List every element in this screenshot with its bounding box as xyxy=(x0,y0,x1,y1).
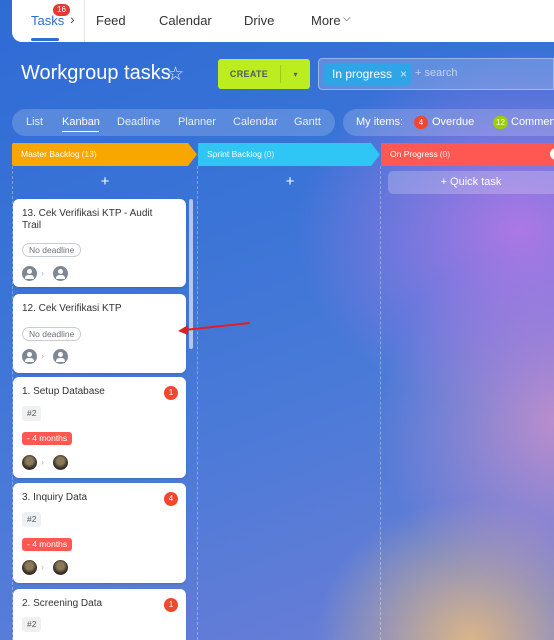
view-gantt[interactable]: Gantt xyxy=(294,116,321,128)
my-items-bar: My items: 4 Overdue 12 Commen xyxy=(343,109,554,136)
view-deadline[interactable]: Deadline xyxy=(117,116,160,128)
task-card[interactable]: 1. Setup Database 1 #2 - 4 months › xyxy=(13,377,186,478)
column-divider xyxy=(380,166,381,640)
chevron-right-icon: › xyxy=(41,351,44,361)
chevron-down-icon[interactable]: ⌵ xyxy=(343,13,351,24)
overdue-counter[interactable]: 4 xyxy=(414,116,428,129)
column-count: (0) xyxy=(439,149,451,159)
caret-down-icon[interactable]: ▾ xyxy=(281,70,310,79)
chevron-right-icon: › xyxy=(41,268,44,278)
creator-avatar[interactable] xyxy=(22,455,37,470)
column-header-master-backlog[interactable]: Master Backlog (13) xyxy=(12,143,197,166)
tasks-count-badge: 16 xyxy=(53,4,70,16)
comments-filter[interactable]: Commen xyxy=(511,116,554,128)
view-list[interactable]: List xyxy=(26,116,43,128)
creator-avatar[interactable] xyxy=(22,560,37,575)
view-kanban[interactable]: Kanban xyxy=(62,116,100,128)
comment-count-badge: 1 xyxy=(164,598,178,612)
view-calendar[interactable]: Calendar xyxy=(233,116,278,128)
chevron-right-icon: › xyxy=(41,457,44,467)
tag-label[interactable]: #2 xyxy=(22,512,42,527)
nav-divider xyxy=(84,0,85,42)
assignee-avatar[interactable] xyxy=(53,560,68,575)
chevron-right-icon: › xyxy=(41,562,44,572)
column-title: On Progress xyxy=(390,149,438,159)
my-items-label: My items: xyxy=(356,116,404,128)
add-task-button[interactable]: + xyxy=(280,173,300,191)
view-planner[interactable]: Planner xyxy=(178,116,216,128)
task-card[interactable]: 13. Cek Verifikasi KTP - Audit Trail No … xyxy=(13,199,186,287)
nav-calendar[interactable]: Calendar xyxy=(159,13,212,28)
create-button[interactable]: CREATE ▾ xyxy=(218,59,310,89)
column-divider xyxy=(197,166,198,640)
column-title: Sprint Backlog xyxy=(207,149,262,159)
task-card[interactable]: 12. Cek Verifikasi KTP No deadline › xyxy=(13,294,186,373)
column-count: (0) xyxy=(263,149,275,159)
filter-chip-in-progress[interactable]: In progress × xyxy=(323,63,411,85)
overdue-deadline-tag[interactable]: - 4 months xyxy=(22,432,73,445)
task-title[interactable]: 13. Cek Verifikasi KTP - Audit Trail xyxy=(22,208,157,232)
close-icon[interactable]: × xyxy=(400,63,407,85)
column-header-sprint-backlog[interactable]: Sprint Backlog (0) xyxy=(198,143,380,166)
column-header-on-progress[interactable]: On Progress (0) xyxy=(381,143,554,166)
task-title[interactable]: 3. Inquiry Data xyxy=(22,492,157,504)
top-navigation: Tasks 16 › Feed Calendar Drive More ⌵ xyxy=(12,0,554,42)
task-title[interactable]: 1. Setup Database xyxy=(22,386,157,398)
nav-drive[interactable]: Drive xyxy=(244,13,274,28)
overdue-filter[interactable]: Overdue xyxy=(432,116,474,128)
task-title[interactable]: 2. Screening Data xyxy=(22,598,157,610)
chevron-right-icon[interactable]: › xyxy=(70,11,75,27)
overdue-deadline-tag[interactable]: - 4 months xyxy=(22,538,73,551)
creator-avatar[interactable] xyxy=(22,266,37,281)
deadline-tag[interactable]: No deadline xyxy=(22,243,82,257)
search-input[interactable]: + search xyxy=(415,67,458,79)
quick-task-button[interactable]: + Quick task xyxy=(388,171,554,194)
active-tab-indicator xyxy=(31,38,59,41)
nav-feed[interactable]: Feed xyxy=(96,13,126,28)
column-title: Master Backlog xyxy=(21,149,80,159)
star-icon[interactable]: ☆ xyxy=(167,63,184,86)
create-button-label: CREATE xyxy=(229,69,269,79)
task-title[interactable]: 12. Cek Verifikasi KTP xyxy=(22,303,157,315)
column-count: (13) xyxy=(81,149,97,159)
tag-label[interactable]: #2 xyxy=(22,617,42,632)
assignee-avatar[interactable] xyxy=(53,349,68,364)
tag-label[interactable]: #2 xyxy=(22,406,42,421)
page-title: Workgroup tasks xyxy=(21,62,171,84)
assignee-avatar[interactable] xyxy=(53,266,68,281)
filter-chip-label: In progress xyxy=(332,67,393,81)
comment-count-badge: 1 xyxy=(164,386,178,400)
task-card[interactable]: 2. Screening Data 1 #2 xyxy=(13,589,186,640)
search-filter-bar[interactable]: In progress × + search xyxy=(318,58,554,90)
add-task-button[interactable]: + xyxy=(95,173,115,191)
assignee-avatar[interactable] xyxy=(53,455,68,470)
creator-avatar[interactable] xyxy=(22,349,37,364)
nav-more[interactable]: More xyxy=(311,13,341,28)
comment-count-badge: 4 xyxy=(164,492,178,506)
deadline-tag[interactable]: No deadline xyxy=(22,327,82,341)
active-view-indicator xyxy=(62,131,99,132)
view-switcher: List Kanban Deadline Planner Calendar Ga… xyxy=(12,109,335,136)
task-card[interactable]: 3. Inquiry Data 4 #2 - 4 months › xyxy=(13,483,186,583)
comments-counter[interactable]: 12 xyxy=(493,116,508,129)
annotation-arrow-icon xyxy=(178,322,251,335)
